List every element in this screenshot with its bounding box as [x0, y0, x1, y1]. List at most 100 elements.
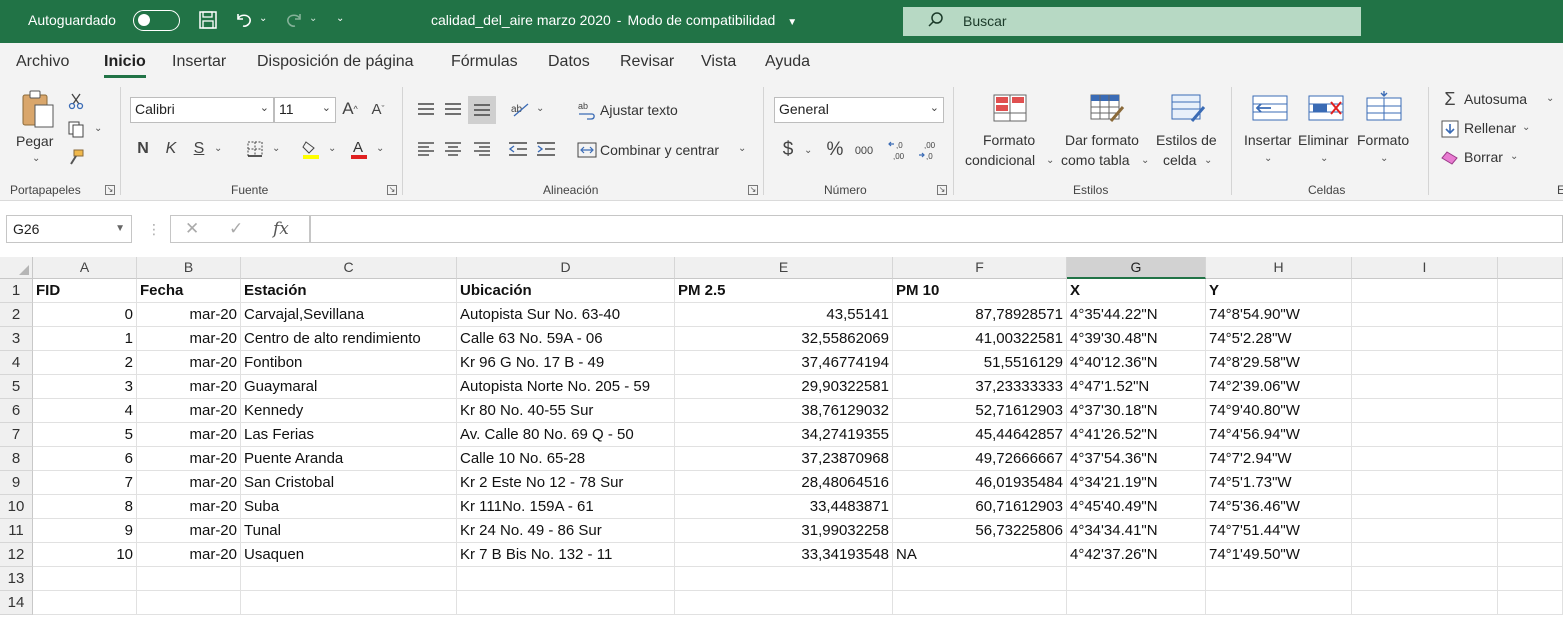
cell-i6[interactable]: [1352, 399, 1498, 423]
cell-c7[interactable]: Las Ferias: [241, 423, 457, 447]
merge-center-icon[interactable]: [576, 140, 598, 160]
cell-b11[interactable]: mar-20: [137, 519, 241, 543]
cell-g7[interactable]: 4°41'26.52"N: [1067, 423, 1206, 447]
cell-e3[interactable]: 32,55862069: [675, 327, 893, 351]
cell-c6[interactable]: Kennedy: [241, 399, 457, 423]
row-header[interactable]: 2: [0, 303, 33, 327]
cell-filler[interactable]: [1498, 591, 1563, 615]
cell-i8[interactable]: [1352, 447, 1498, 471]
cell-a7[interactable]: 5: [33, 423, 137, 447]
cell-e5[interactable]: 29,90322581: [675, 375, 893, 399]
cell-b3[interactable]: mar-20: [137, 327, 241, 351]
tab-archivo[interactable]: Archivo: [16, 53, 69, 71]
cell-a14[interactable]: [33, 591, 137, 615]
insert-cells-dropdown-icon[interactable]: ⌄: [1264, 153, 1272, 164]
decrease-font-icon[interactable]: Aˇ: [368, 97, 388, 121]
cell-h14[interactable]: [1206, 591, 1352, 615]
customize-toolbar-icon[interactable]: ⌄: [336, 13, 344, 24]
currency-dropdown-icon[interactable]: ⌄: [804, 145, 812, 156]
cell-filler[interactable]: [1498, 519, 1563, 543]
align-left-icon[interactable]: [414, 139, 438, 159]
cell-c10[interactable]: Suba: [241, 495, 457, 519]
cell-e6[interactable]: 38,76129032: [675, 399, 893, 423]
cell-i9[interactable]: [1352, 471, 1498, 495]
italic-button[interactable]: K: [162, 137, 180, 161]
format-cells-icon[interactable]: [1364, 89, 1404, 123]
cell-styles-dropdown-icon[interactable]: ⌄: [1204, 155, 1212, 166]
cell-b12[interactable]: mar-20: [137, 543, 241, 567]
orientation-icon[interactable]: ab: [508, 97, 532, 121]
cell-b4[interactable]: mar-20: [137, 351, 241, 375]
tab-inicio[interactable]: Inicio: [104, 53, 146, 78]
cell-f10[interactable]: 60,71612903: [893, 495, 1067, 519]
cell-d5[interactable]: Autopista Norte No. 205 - 59: [457, 375, 675, 399]
cell-d13[interactable]: [457, 567, 675, 591]
cell-g10[interactable]: 4°45'40.49"N: [1067, 495, 1206, 519]
decrease-decimal-icon[interactable]: ,00,0: [916, 137, 942, 163]
cell-i4[interactable]: [1352, 351, 1498, 375]
font-size-select[interactable]: 11 ⌄: [274, 97, 336, 123]
borders-icon[interactable]: [244, 139, 266, 159]
cell-c2[interactable]: Carvajal,Sevillana: [241, 303, 457, 327]
underline-dropdown-icon[interactable]: ⌄: [214, 143, 222, 154]
fill-color-dropdown-icon[interactable]: ⌄: [328, 143, 336, 154]
cell-g8[interactable]: 4°37'54.36"N: [1067, 447, 1206, 471]
insert-cells-button[interactable]: Insertar: [1244, 132, 1291, 148]
column-header-g[interactable]: G: [1067, 257, 1206, 279]
cell-h6[interactable]: 74°9'40.80"W: [1206, 399, 1352, 423]
row-header[interactable]: 10: [0, 495, 33, 519]
cell-e7[interactable]: 34,27419355: [675, 423, 893, 447]
column-header-d[interactable]: D: [457, 257, 675, 279]
conditional-format-icon[interactable]: [990, 91, 1030, 125]
thousands-button[interactable]: 000: [850, 141, 878, 161]
orientation-dropdown-icon[interactable]: ⌄: [536, 103, 544, 114]
row-header[interactable]: 11: [0, 519, 33, 543]
cell-b6[interactable]: mar-20: [137, 399, 241, 423]
row-header[interactable]: 1: [0, 279, 33, 303]
cell-c11[interactable]: Tunal: [241, 519, 457, 543]
row-header[interactable]: 5: [0, 375, 33, 399]
cell-d12[interactable]: Kr 7 B Bis No. 132 - 11: [457, 543, 675, 567]
cell-c8[interactable]: Puente Aranda: [241, 447, 457, 471]
column-header-c[interactable]: C: [241, 257, 457, 279]
tab-insertar[interactable]: Insertar: [172, 53, 226, 71]
row-header[interactable]: 12: [0, 543, 33, 567]
cell-b2[interactable]: mar-20: [137, 303, 241, 327]
cell-filler[interactable]: [1498, 543, 1563, 567]
merge-center-button[interactable]: Combinar y centrar: [600, 142, 719, 158]
tab-formulas[interactable]: Fórmulas: [451, 53, 518, 71]
cell-g5[interactable]: 4°47'1.52"N: [1067, 375, 1206, 399]
column-header-a[interactable]: A: [33, 257, 137, 279]
conditional-format-line1[interactable]: Formato: [983, 132, 1035, 148]
cell-e10[interactable]: 33,4483871: [675, 495, 893, 519]
cell-d3[interactable]: Calle 63 No. 59A - 06: [457, 327, 675, 351]
cell-filler[interactable]: [1498, 399, 1563, 423]
cell-h2[interactable]: 74°8'54.90"W: [1206, 303, 1352, 327]
cell-a3[interactable]: 1: [33, 327, 137, 351]
redo-icon[interactable]: [283, 10, 305, 32]
cell-g1[interactable]: X: [1067, 279, 1206, 303]
cell-h4[interactable]: 74°8'29.58"W: [1206, 351, 1352, 375]
tab-revisar[interactable]: Revisar: [620, 53, 674, 71]
cell-filler[interactable]: [1498, 567, 1563, 591]
cell-b14[interactable]: [137, 591, 241, 615]
cell-d2[interactable]: Autopista Sur No. 63-40: [457, 303, 675, 327]
cell-h9[interactable]: 74°5'1.73"W: [1206, 471, 1352, 495]
cell-filler[interactable]: [1498, 471, 1563, 495]
format-painter-icon[interactable]: [66, 147, 86, 167]
cell-d6[interactable]: Kr 80 No. 40-55 Sur: [457, 399, 675, 423]
conditional-format-line2[interactable]: condicional: [965, 152, 1035, 168]
cell-i5[interactable]: [1352, 375, 1498, 399]
cell-f8[interactable]: 49,72666667: [893, 447, 1067, 471]
format-as-table-icon[interactable]: [1087, 91, 1127, 125]
delete-cells-button[interactable]: Eliminar: [1298, 132, 1349, 148]
increase-font-icon[interactable]: A ^: [340, 97, 360, 121]
cell-d10[interactable]: Kr 111No. 159A - 61: [457, 495, 675, 519]
cell-f9[interactable]: 46,01935484: [893, 471, 1067, 495]
cell-g9[interactable]: 4°34'21.19"N: [1067, 471, 1206, 495]
cell-i7[interactable]: [1352, 423, 1498, 447]
cell-filler[interactable]: [1498, 303, 1563, 327]
borders-dropdown-icon[interactable]: ⌄: [272, 143, 280, 154]
clear-dropdown-icon[interactable]: ⌄: [1510, 151, 1518, 162]
cell-filler[interactable]: [1498, 375, 1563, 399]
